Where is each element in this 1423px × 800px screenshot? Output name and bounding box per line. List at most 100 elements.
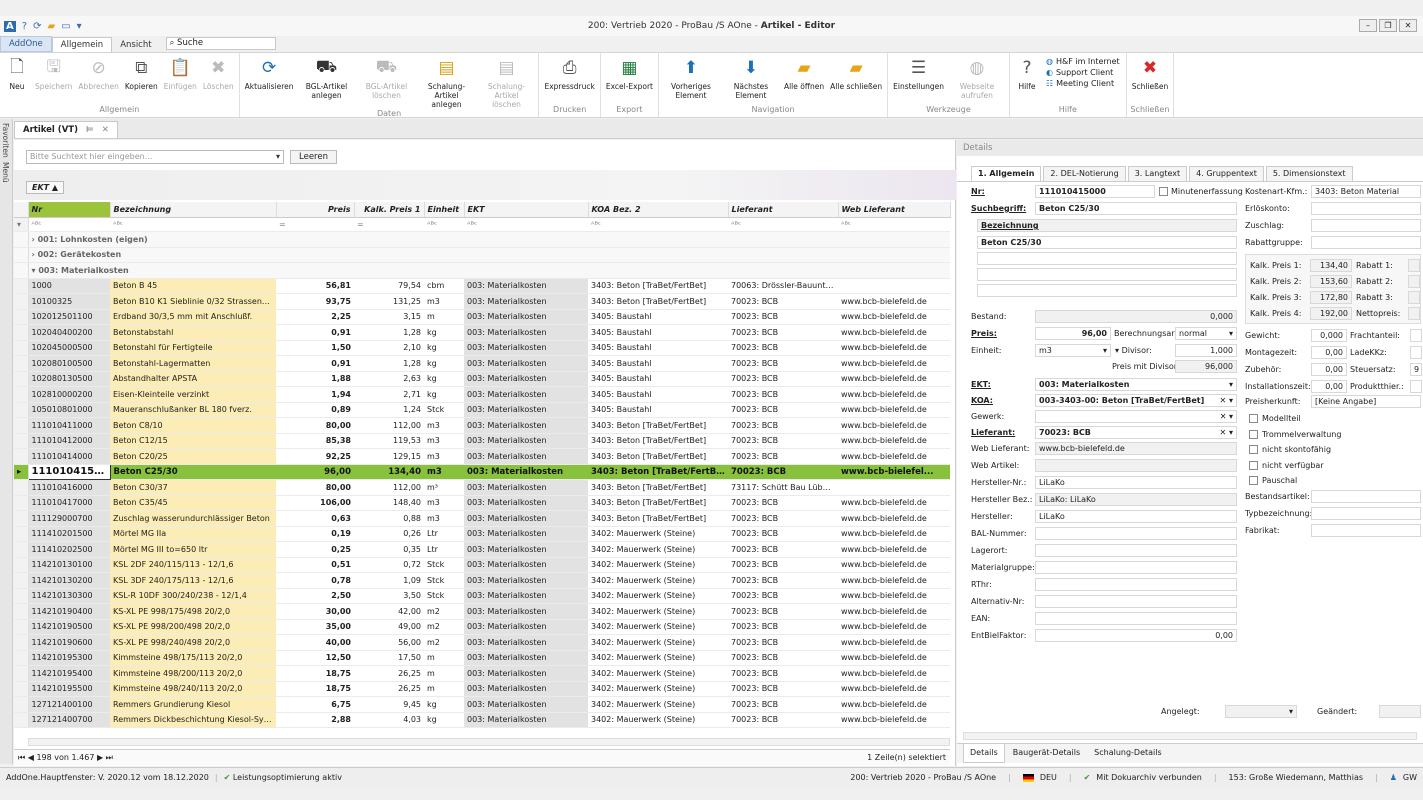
cell-bezeichnung[interactable]: KS-XL PE 998/175/498 20/2,0 xyxy=(110,603,276,620)
cell-web-lieferant[interactable]: www.bcb-bielefeld.de xyxy=(838,495,950,511)
cell-preis[interactable]: 56,81 xyxy=(276,278,354,294)
cell-nr[interactable]: 1000 xyxy=(28,278,110,294)
cell-kalk-preis[interactable]: 1,09 xyxy=(354,572,424,589)
cell-einheit[interactable]: m xyxy=(424,665,464,682)
cell-preis[interactable]: 35,00 xyxy=(276,619,354,635)
cell-nr[interactable]: 111010411000 xyxy=(28,417,110,434)
cell-nr[interactable]: 127121400100 xyxy=(28,696,110,713)
cell-einheit[interactable]: m2 xyxy=(424,634,464,651)
alternativ-nr-field[interactable] xyxy=(1035,595,1237,608)
cell-koa[interactable]: 3402: Mauerwerk (Steine) xyxy=(588,665,728,682)
cell-nr[interactable]: 111010416000 xyxy=(28,479,110,496)
table-row[interactable]: 114210195400 Kimmsteine 498/200/113 20/2,… xyxy=(14,665,950,682)
cell-lieferant[interactable]: 70023: BCB xyxy=(728,417,838,434)
bezeichnung-line-3[interactable] xyxy=(977,268,1237,281)
gewicht-right-field[interactable] xyxy=(1410,329,1422,342)
cell-koa[interactable]: 3403: Beton [TraBet/FertBet] xyxy=(588,278,728,294)
hersteller-field[interactable]: LiLaKo xyxy=(1035,510,1237,523)
cell-ekt[interactable]: 003: Materialkosten xyxy=(464,402,588,418)
nav-next-icon[interactable]: ▶ ⏭ xyxy=(97,753,113,763)
cell-koa[interactable]: 3403: Beton [TraBet/FertBet] xyxy=(588,433,728,449)
cell-kalk-preis[interactable]: 2,71 xyxy=(354,386,424,403)
table-row[interactable]: 114210190600 KS-XL PE 998/240/498 20/2,0 4… xyxy=(14,634,950,651)
checkbox-nicht-skontofähig[interactable] xyxy=(1249,445,1258,454)
cell-kalk-preis[interactable]: 1,24 xyxy=(354,402,424,418)
cell-preis[interactable]: 30,00 xyxy=(276,603,354,620)
table-row[interactable]: 114210190500 KS-XL PE 998/200/498 20/2,0 3… xyxy=(14,619,950,635)
cell-lieferant[interactable]: 70023: BCB xyxy=(728,665,838,682)
cell-bezeichnung[interactable]: Mörtel MG IIa xyxy=(110,526,276,542)
cell-einheit[interactable]: kg xyxy=(424,696,464,713)
cell-preis[interactable]: 12,50 xyxy=(276,650,354,666)
cell-web-lieferant[interactable]: www.bcb-bielefeld.de xyxy=(838,603,950,620)
table-row[interactable]: 102080130500 Abstandhalter APSTA 1,88 2,63 k… xyxy=(14,371,950,387)
cell-bezeichnung[interactable]: KSL-R 10DF 300/240/238 - 12/1,4 xyxy=(110,588,276,604)
cell-lieferant[interactable]: 70023: BCB xyxy=(728,541,838,558)
cell-web-lieferant[interactable]: www.bcb-bielefeld.de xyxy=(838,402,950,418)
cell-nr[interactable]: 111129000700 xyxy=(28,510,110,527)
cell-web-lieferant[interactable]: www.bcb-bielefeld.de xyxy=(838,572,950,589)
clear-button[interactable]: Leeren xyxy=(290,150,337,164)
bgl-artikel-anlegen-button[interactable]: ⛟ BGL-Artikel anlegen xyxy=(296,55,356,109)
cell-koa[interactable]: 3405: Baustahl xyxy=(588,386,728,403)
cell-koa[interactable]: 3405: Baustahl xyxy=(588,355,728,372)
cell-nr[interactable]: 114210190600 xyxy=(28,634,110,651)
cell-lieferant[interactable]: 70023: BCB xyxy=(728,603,838,620)
cell-einheit[interactable]: m xyxy=(424,681,464,697)
einfügen-button[interactable]: 📋 Einfügen xyxy=(161,55,200,105)
bal-nummer-field[interactable] xyxy=(1035,527,1237,540)
cell-nr[interactable]: 102040400200 xyxy=(28,324,110,341)
details-tab-langtext[interactable]: 3. Langtext xyxy=(1127,166,1188,181)
checkbox-modellteil[interactable] xyxy=(1249,414,1258,423)
hilfe-button[interactable]: ? Hilfe xyxy=(1012,55,1042,105)
cell-preis[interactable]: 0,78 xyxy=(276,572,354,589)
pin-icon[interactable]: ⊨ xyxy=(86,125,94,135)
cell-koa[interactable]: 3405: Baustahl xyxy=(588,371,728,387)
cell-kalk-preis[interactable]: 131,25 xyxy=(354,293,424,310)
cell-einheit[interactable]: kg xyxy=(424,712,464,728)
cell-nr[interactable]: 105010801000 xyxy=(28,402,110,418)
cell-einheit[interactable]: m3 xyxy=(424,495,464,511)
cell-ekt[interactable]: 003: Materialkosten xyxy=(464,278,588,294)
cell-koa[interactable]: 3402: Mauerwerk (Steine) xyxy=(588,696,728,713)
cell-einheit[interactable]: Stck xyxy=(424,557,464,573)
cell-web-lieferant[interactable]: www.bcb-bielefeld.de xyxy=(838,371,950,387)
cell-web-lieferant[interactable]: www.bcb-bielefeld.de xyxy=(838,448,950,465)
maximize-icon[interactable]: ❐ xyxy=(1379,19,1397,32)
table-row[interactable]: 102045000500 Betonstahl für Fertigteile 1,… xyxy=(14,340,950,356)
cell-bezeichnung[interactable]: KSL 3DF 240/175/113 - 12/1,6 xyxy=(110,572,276,589)
cell-web-lieferant[interactable]: www.bcb-bielefeld.de xyxy=(838,526,950,542)
save-icon[interactable]: ▭ xyxy=(61,21,70,32)
cell-preis[interactable]: 0,25 xyxy=(276,541,354,558)
cell-web-lieferant[interactable]: www.bcb-bielefeld.de xyxy=(838,557,950,573)
cell-preis[interactable]: 0,51 xyxy=(276,557,354,573)
schalung-artikel-löschen-button[interactable]: ▤ Schalung-Artikel löschen xyxy=(476,55,536,109)
cell-preis[interactable]: 106,00 xyxy=(276,495,354,511)
cell-koa[interactable]: 3403: Beton [TraBet/FertBet] xyxy=(588,510,728,527)
cell-koa[interactable]: 3403: Beton [TraBet/FertBet] xyxy=(588,448,728,465)
materialgruppe-field[interactable] xyxy=(1035,561,1237,574)
column-filter-cell[interactable]: ᴬᴮᶜ xyxy=(28,217,110,232)
lagerort-field[interactable] xyxy=(1035,544,1237,557)
cell-lieferant[interactable]: 70023: BCB xyxy=(728,572,838,589)
cell-koa[interactable]: 3403: Beton [TraBet/FertBet] xyxy=(588,464,728,480)
table-row[interactable]: 102080100500 Betonstahl-Lagermatten 0,91 1,… xyxy=(14,355,950,372)
cell-lieferant[interactable]: 70023: BCB xyxy=(728,712,838,728)
cell-koa[interactable]: 3403: Beton [TraBet/FertBet] xyxy=(588,479,728,496)
cell-kalk-preis[interactable]: 0,72 xyxy=(354,557,424,573)
cell-einheit[interactable]: m xyxy=(424,650,464,666)
col-header-kalk-preis-1[interactable]: Kalk. Preis 1 xyxy=(354,202,425,218)
cell-ekt[interactable]: 003: Materialkosten xyxy=(464,433,588,449)
cell-ekt[interactable]: 003: Materialkosten xyxy=(464,541,588,558)
cell-bezeichnung[interactable]: Erdband 30/3,5 mm mit Anschlußf. xyxy=(110,309,276,325)
cell-web-lieferant[interactable]: www.bcb-bielefeld.de xyxy=(838,541,950,558)
cell-ekt[interactable]: 003: Materialkosten xyxy=(464,634,588,651)
gewicht-right-field[interactable] xyxy=(1410,380,1422,393)
cell-web-lieferant[interactable]: www.bcb-bielefeld.de xyxy=(838,309,950,325)
table-row[interactable]: 111129000700 Zuschlag wasserundurchlässig… xyxy=(14,510,950,527)
close-tab-icon[interactable]: ✕ xyxy=(102,125,109,135)
cell-preis[interactable]: 80,00 xyxy=(276,479,354,496)
side-tab-favoriten[interactable]: Favoriten xyxy=(1,123,10,158)
cell-bezeichnung[interactable]: Beton C12/15 xyxy=(110,433,276,449)
minutenerfassung-checkbox[interactable] xyxy=(1159,187,1168,196)
